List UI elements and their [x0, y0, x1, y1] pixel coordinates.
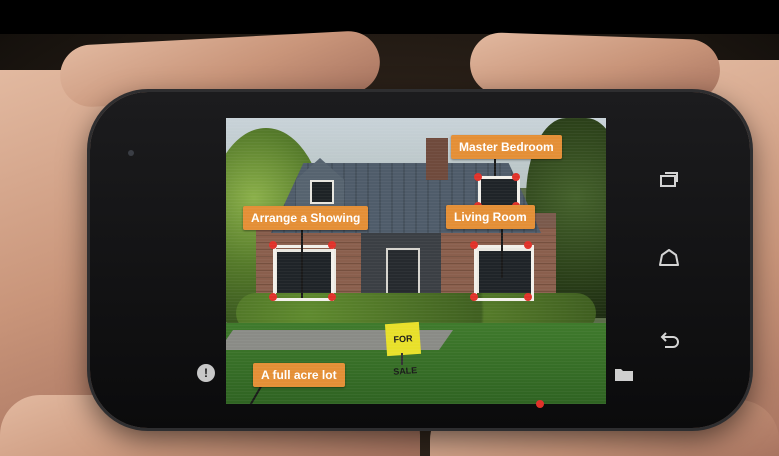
- recent-apps-icon[interactable]: [657, 168, 681, 192]
- marker-dot[interactable]: [328, 293, 336, 301]
- marker-dot[interactable]: [524, 241, 532, 249]
- marker-dot[interactable]: [328, 241, 336, 249]
- leader-line: [501, 228, 503, 278]
- marker-dot[interactable]: [470, 241, 478, 249]
- leader-line: [494, 158, 496, 176]
- chimney: [426, 138, 448, 180]
- tag-master-bedroom[interactable]: Master Bedroom: [451, 135, 562, 159]
- marker-frame-arrange-showing: [273, 245, 334, 301]
- marker-dot[interactable]: [524, 293, 532, 301]
- letterbox: [0, 0, 779, 34]
- marker-dot[interactable]: [512, 173, 520, 181]
- home-icon[interactable]: [657, 247, 681, 271]
- for-sale-sign: FOR SALE: [384, 321, 422, 377]
- front-camera: [128, 150, 134, 156]
- folder-icon[interactable]: [614, 366, 634, 382]
- sign-post: [401, 353, 403, 365]
- tag-arrange-showing[interactable]: Arrange a Showing: [243, 206, 369, 230]
- help-button[interactable]: !: [197, 364, 215, 382]
- leader-line: [301, 228, 303, 298]
- marker-dot[interactable]: [470, 293, 478, 301]
- back-icon[interactable]: [657, 327, 681, 351]
- ar-camera-view[interactable]: FOR SALE Master Bedroom Arrange a Showin…: [226, 118, 606, 404]
- photo-scene: FOR SALE Master Bedroom Arrange a Showin…: [0, 0, 779, 456]
- tag-living-room[interactable]: Living Room: [446, 205, 535, 229]
- dormer-window: [310, 180, 334, 204]
- marker-dot[interactable]: [536, 400, 544, 408]
- marker-dot[interactable]: [269, 293, 277, 301]
- marker-dot[interactable]: [474, 173, 482, 181]
- marker-dot[interactable]: [269, 241, 277, 249]
- tag-full-acre-lot[interactable]: A full acre lot: [253, 363, 345, 387]
